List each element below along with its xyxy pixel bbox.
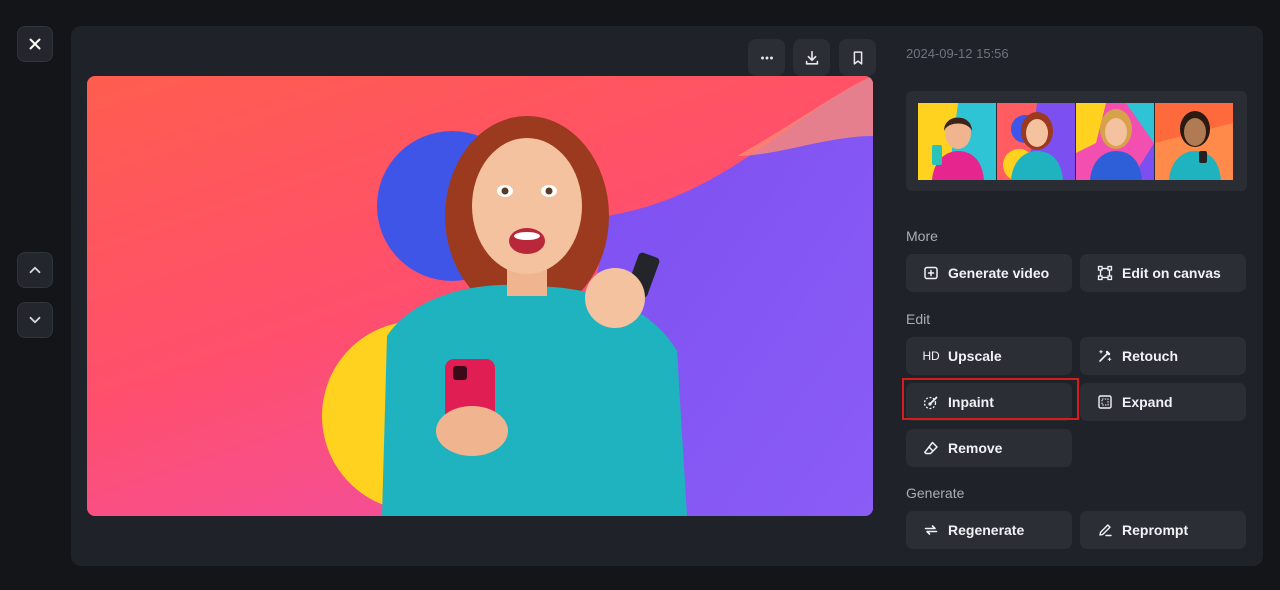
remove-label: Remove bbox=[948, 440, 1003, 456]
retouch-label: Retouch bbox=[1122, 348, 1178, 364]
inpaint-label: Inpaint bbox=[948, 394, 994, 410]
remove-button[interactable]: Remove bbox=[906, 429, 1072, 467]
expand-icon bbox=[1096, 393, 1114, 411]
magic-wand-icon bbox=[1096, 347, 1114, 365]
main-image bbox=[87, 76, 873, 516]
more-options-button[interactable] bbox=[748, 39, 785, 76]
expand-button[interactable]: Expand bbox=[1080, 383, 1246, 421]
thumbnail-3[interactable] bbox=[1076, 103, 1154, 180]
previous-image-button[interactable] bbox=[17, 252, 53, 288]
download-button[interactable] bbox=[793, 39, 830, 76]
section-label-generate: Generate bbox=[906, 485, 965, 501]
expand-label: Expand bbox=[1122, 394, 1173, 410]
thumbnail-4[interactable] bbox=[1155, 103, 1233, 180]
close-icon bbox=[29, 38, 41, 50]
reprompt-button[interactable]: Reprompt bbox=[1080, 511, 1246, 549]
section-label-more: More bbox=[906, 228, 938, 244]
more-icon bbox=[760, 56, 773, 59]
eraser-icon bbox=[922, 439, 940, 457]
edit-on-canvas-button[interactable]: Edit on canvas bbox=[1080, 254, 1246, 292]
upscale-button[interactable]: HD Upscale bbox=[906, 337, 1072, 375]
generate-video-button[interactable]: Generate video bbox=[906, 254, 1072, 292]
thumbnail-1[interactable] bbox=[918, 103, 996, 180]
close-button[interactable] bbox=[17, 26, 53, 62]
refresh-icon bbox=[922, 521, 940, 539]
generate-video-label: Generate video bbox=[948, 265, 1050, 281]
reprompt-label: Reprompt bbox=[1122, 522, 1189, 538]
inpaint-button[interactable]: Inpaint bbox=[906, 383, 1072, 421]
bookmark-icon bbox=[853, 50, 862, 65]
bookmark-button[interactable] bbox=[839, 39, 876, 76]
pencil-icon bbox=[1096, 521, 1114, 539]
variation-thumbnails bbox=[906, 91, 1247, 191]
regenerate-label: Regenerate bbox=[948, 522, 1025, 538]
hd-icon: HD bbox=[922, 349, 940, 363]
edit-on-canvas-label: Edit on canvas bbox=[1122, 265, 1221, 281]
thumbnail-2[interactable] bbox=[997, 103, 1075, 180]
brush-icon bbox=[922, 393, 940, 411]
next-image-button[interactable] bbox=[17, 302, 53, 338]
section-label-edit: Edit bbox=[906, 311, 931, 327]
image-detail-panel: 2024-09-12 15:56 More Generate video Edi… bbox=[71, 26, 1263, 566]
download-icon bbox=[805, 50, 818, 65]
regenerate-button[interactable]: Regenerate bbox=[906, 511, 1072, 549]
canvas-icon bbox=[1096, 264, 1114, 282]
chevron-down-icon bbox=[29, 316, 41, 324]
video-plus-icon bbox=[922, 264, 940, 282]
upscale-label: Upscale bbox=[948, 348, 1002, 364]
chevron-up-icon bbox=[29, 266, 41, 274]
image-timestamp: 2024-09-12 15:56 bbox=[906, 46, 1009, 61]
retouch-button[interactable]: Retouch bbox=[1080, 337, 1246, 375]
